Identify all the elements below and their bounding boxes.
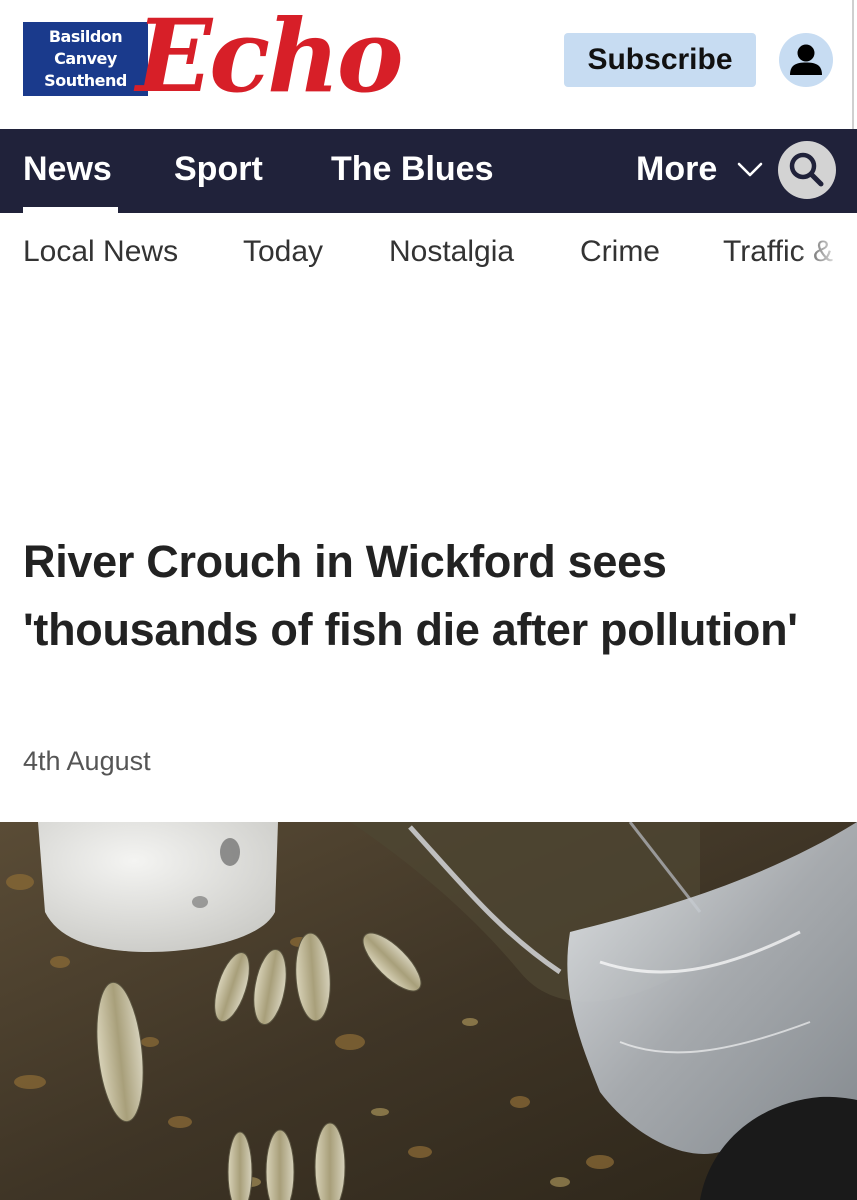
sub-nav: Local News Today Nostalgia Crime Traffic… (0, 213, 857, 293)
subnav-fade (797, 213, 857, 293)
logo-line-1: Basildon (48, 27, 123, 46)
nav-item-sport[interactable]: Sport (174, 129, 263, 213)
scrollbar (852, 0, 854, 129)
chevron-down-icon[interactable] (736, 159, 764, 179)
dead-fish-photo (0, 822, 857, 1200)
subnav-item-crime[interactable]: Crime (580, 235, 660, 269)
nav-item-news[interactable]: News (23, 129, 112, 213)
site-logo-wordmark[interactable]: Echo (136, 6, 404, 106)
more-label: More (636, 150, 718, 188)
account-button[interactable] (779, 33, 833, 87)
logo-line-3: Southend (44, 71, 127, 90)
subscribe-button[interactable]: Subscribe (564, 33, 756, 87)
masthead: Basildon Canvey Southend Echo Subscribe (0, 0, 857, 129)
article-date: 4th August (23, 746, 151, 776)
logo-line-2: Canvey (54, 49, 117, 68)
nav-item-more[interactable]: More (636, 129, 717, 213)
search-button[interactable] (778, 141, 836, 199)
subnav-item-local-news[interactable]: Local News (23, 235, 178, 269)
article-headline: River Crouch in Wickford sees 'thousands… (23, 536, 798, 655)
article-lead-image[interactable] (0, 822, 857, 1200)
nav-item-the-blues[interactable]: The Blues (331, 129, 493, 213)
search-icon (789, 152, 824, 187)
subnav-item-today[interactable]: Today (243, 235, 323, 269)
site-logo-box[interactable]: Basildon Canvey Southend (23, 22, 148, 96)
person-icon (790, 44, 822, 75)
main-nav: News Sport The Blues More (0, 129, 857, 213)
subnav-item-nostalgia[interactable]: Nostalgia (389, 235, 514, 269)
